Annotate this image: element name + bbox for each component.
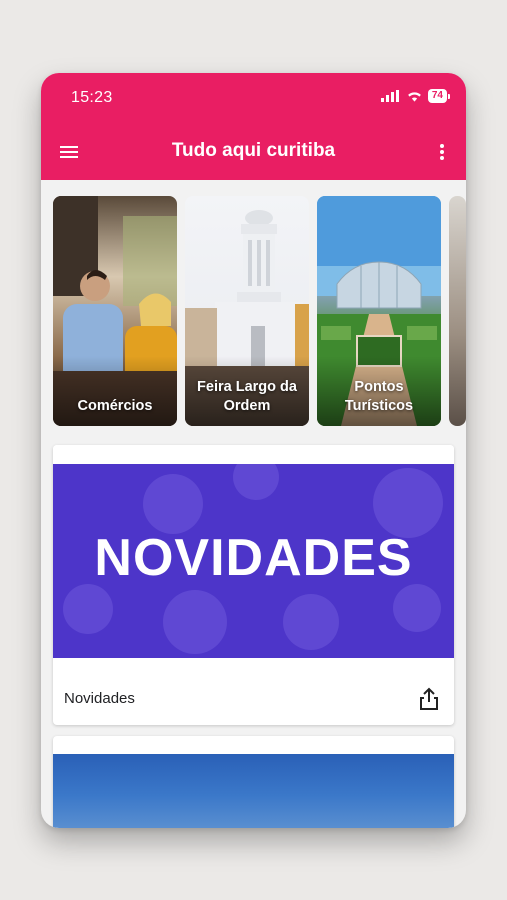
category-card-comercios[interactable]: Comércios (53, 196, 177, 426)
news-banner[interactable]: NOVIDADES (53, 464, 454, 658)
banner-bubble (283, 594, 339, 650)
app-bar: 15:23 74 Tudo aqui curitiba (41, 73, 466, 180)
card-top-band (53, 445, 454, 464)
status-time: 15:23 (71, 89, 113, 106)
category-label: Pontos Turísticos (344, 379, 414, 414)
category-card-pontos[interactable]: Pontos Turísticos (317, 196, 441, 426)
banner-bubble (143, 474, 203, 534)
wifi-icon (408, 92, 421, 102)
news-card[interactable]: NOVIDADES Novidades (53, 445, 454, 725)
category-card-feira[interactable]: Feira Largo da Ordem (185, 196, 309, 426)
app-title: Tudo aqui curitiba (171, 140, 336, 161)
banner-bubble (63, 584, 113, 634)
battery-level: 74 (427, 89, 447, 103)
news-card-2[interactable] (53, 736, 454, 828)
banner-bubble (233, 464, 279, 500)
battery-icon: 74 (427, 89, 450, 103)
share-icon[interactable] (418, 686, 440, 712)
category-label: Comércios (77, 398, 153, 414)
banner-bubble (393, 584, 441, 632)
category-card-partial[interactable] (449, 196, 466, 426)
more-vert-icon[interactable] (432, 141, 452, 163)
card-footer: Novidades (53, 658, 454, 725)
banner-bubble (163, 590, 227, 654)
status-icons: 74 (380, 89, 450, 103)
phone-screen: 15:23 74 Tudo aqui curitiba Comércios Fe… (41, 73, 466, 828)
card-2-image (53, 754, 454, 828)
battery-tip (448, 93, 450, 99)
signal-icon (380, 90, 399, 102)
card-title: Novidades (64, 690, 135, 707)
category-label: Feira Largo da Ordem (197, 379, 297, 414)
banner-title: NOVIDADES (94, 529, 413, 587)
